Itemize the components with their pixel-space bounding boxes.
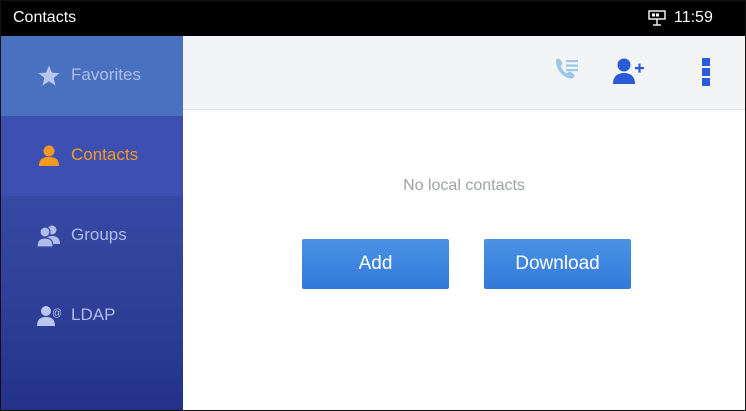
add-button[interactable]: Add <box>302 239 449 289</box>
download-button[interactable]: Download <box>484 239 631 289</box>
add-contact-icon[interactable] <box>611 54 645 90</box>
ldap-icon: @ <box>37 304 62 328</box>
sidebar: Favorites Contacts Groups LDAP <box>1 36 183 410</box>
sidebar-item-ldap[interactable]: @ LDAP <box>1 276 183 356</box>
status-bar: Contacts 11:59 <box>1 1 745 36</box>
sidebar-item-contacts[interactable]: Contacts <box>1 116 183 196</box>
person-icon <box>37 144 61 168</box>
sidebar-item-favorites[interactable]: Favorites <box>1 36 183 116</box>
empty-state-message: No local contacts <box>403 177 525 194</box>
clock: 11:59 <box>674 9 713 26</box>
toolbar <box>183 36 745 110</box>
sidebar-item-groups[interactable]: Groups <box>1 196 183 276</box>
app-window: Contacts 11:59 Favorites Contacts Groups… <box>0 0 746 411</box>
sidebar-item-label: Favorites <box>71 65 141 84</box>
app-title: Contacts <box>13 9 77 26</box>
more-menu-icon[interactable] <box>696 54 716 90</box>
call-log-icon[interactable] <box>550 54 584 90</box>
ethernet-icon <box>648 10 666 26</box>
sidebar-item-label: LDAP <box>71 305 116 324</box>
star-icon <box>37 64 61 88</box>
group-icon <box>36 224 61 248</box>
sidebar-item-label: Contacts <box>71 145 139 164</box>
sidebar-item-label: Groups <box>71 225 127 244</box>
svg-text:@: @ <box>52 308 61 319</box>
